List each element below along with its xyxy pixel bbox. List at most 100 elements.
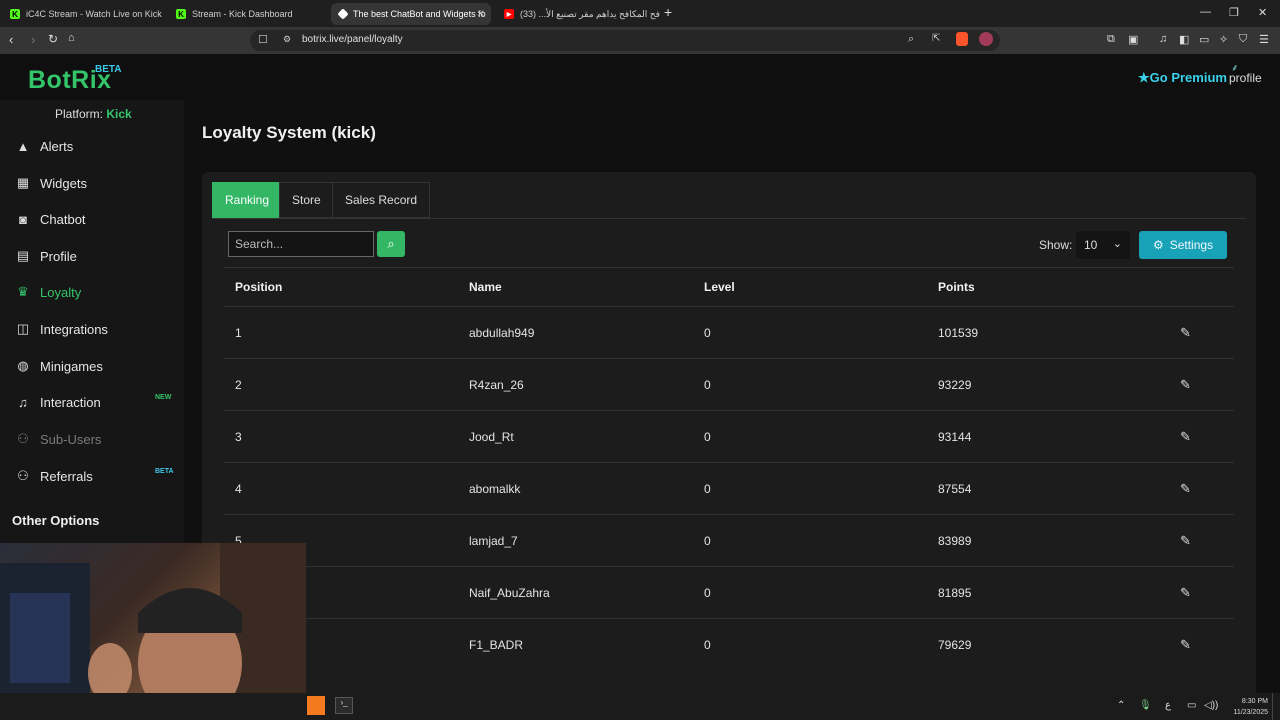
zoom-icon[interactable]: ⌕ xyxy=(908,33,914,46)
vpn-icon[interactable]: ⛉ xyxy=(1239,33,1247,46)
header-level[interactable]: Level xyxy=(704,280,735,294)
site-info-icon[interactable]: ⚙ xyxy=(283,34,291,45)
sidebar-item-sub-users[interactable]: ⚇ Sub-Users xyxy=(0,424,184,454)
edit-icon[interactable]: ✎ xyxy=(1180,585,1191,601)
tray-overflow-icon[interactable]: ⌃ xyxy=(1117,700,1125,711)
table-row: F1_BADR 0 79629 ✎ xyxy=(224,618,1234,670)
leo-ai-icon[interactable]: ✧ xyxy=(1219,33,1228,46)
search-button[interactable]: ⌕ xyxy=(377,231,405,257)
platform-value: Kick xyxy=(106,107,132,121)
sidebar-item-integrations[interactable]: ◫ Integrations xyxy=(0,314,184,344)
page-title: Loyalty System (kick) xyxy=(202,123,376,142)
back-icon[interactable]: ‹ xyxy=(9,32,13,47)
tab-store[interactable]: Store xyxy=(279,182,334,218)
browser-tab-active[interactable]: The best ChatBot and Widgets fo ✕ xyxy=(331,3,491,25)
settings-button[interactable]: ⚙ Settings xyxy=(1139,231,1227,259)
new-badge: NEW xyxy=(155,394,172,401)
go-premium-link[interactable]: ★Go Premium xyxy=(1138,70,1227,86)
table-row: Naif_AbuZahra 0 81895 ✎ xyxy=(224,566,1234,618)
cell-name: lamjad_7 xyxy=(469,533,518,548)
tab-title: Stream - Kick Dashboard xyxy=(192,9,293,19)
botrix-logo-icon xyxy=(337,8,349,20)
brave-shield-icon[interactable] xyxy=(956,32,968,46)
cell-points: 81895 xyxy=(938,585,972,600)
edit-icon[interactable]: ✎ xyxy=(1180,325,1191,341)
profile-link[interactable]: profile xyxy=(1229,71,1262,85)
share-icon[interactable]: ⇱ xyxy=(932,33,940,44)
terminal-icon[interactable]: ›_ xyxy=(335,697,353,714)
header-position[interactable]: Position xyxy=(235,280,282,294)
maximize-button[interactable]: ❐ xyxy=(1229,6,1239,19)
sidebar-item-referrals[interactable]: ⚇ Referrals BETA xyxy=(0,461,184,491)
browser-tab[interactable]: K Stream - Kick Dashboard xyxy=(168,3,328,25)
microphone-icon[interactable]: 🎙 xyxy=(1139,700,1152,711)
keyboard-language[interactable]: ع xyxy=(1165,700,1171,711)
sidebar-item-profile[interactable]: ▤ Profile xyxy=(0,241,184,271)
tab-divider xyxy=(212,218,1246,219)
close-tab-icon[interactable]: ✕ xyxy=(477,9,485,20)
platform-label: Platform: xyxy=(55,107,104,121)
sidebar-item-label: Alerts xyxy=(40,138,74,154)
sidebar-item-label: Interaction xyxy=(40,394,101,410)
sidebar-item-interaction[interactable]: ♫ Interaction NEW xyxy=(0,387,184,417)
show-desktop-button[interactable] xyxy=(1272,693,1280,720)
network-icon[interactable]: ▭ xyxy=(1187,700,1196,711)
cell-name: R4zan_26 xyxy=(469,377,524,392)
reload-icon[interactable]: ↻ xyxy=(48,32,58,46)
tab-ranking[interactable]: Ranking xyxy=(212,182,283,218)
edit-icon[interactable]: ✎ xyxy=(1180,429,1191,445)
kick-logo-icon: K xyxy=(10,9,20,19)
edit-icon[interactable]: ✎ xyxy=(1180,481,1191,497)
tab-title: The best ChatBot and Widgets fo xyxy=(353,9,486,19)
minimize-button[interactable]: — xyxy=(1200,6,1211,18)
sidebar-item-chatbot[interactable]: ◙ Chatbot xyxy=(0,204,184,234)
browser-tab-strip: K iC4C Stream - Watch Live on Kick K Str… xyxy=(0,0,1280,27)
cell-level: 0 xyxy=(704,585,711,600)
logo-beta-badge: BETA xyxy=(95,64,122,75)
sidebar-item-minigames[interactable]: ◍ Minigames xyxy=(0,351,184,381)
sidebar-item-widgets[interactable]: ▦ Widgets xyxy=(0,168,184,198)
edit-icon[interactable]: ✎ xyxy=(1180,533,1191,549)
url-text[interactable]: botrix.live/panel/loyalty xyxy=(302,34,403,45)
forward-icon[interactable]: › xyxy=(31,32,35,47)
browser-tab[interactable]: K iC4C Stream - Watch Live on Kick xyxy=(2,3,166,25)
show-label: Show: xyxy=(1039,238,1073,252)
rewards-icon[interactable] xyxy=(979,32,993,46)
address-bar[interactable]: ☐ ⚙ botrix.live/panel/loyalty ⌕ ⇱ xyxy=(250,30,1000,51)
header-name[interactable]: Name xyxy=(469,280,502,294)
new-tab-button[interactable]: + xyxy=(664,4,672,20)
gamepad-icon: ◍ xyxy=(17,358,29,373)
edit-icon[interactable]: ✎ xyxy=(1180,637,1191,653)
cell-position: 4 xyxy=(235,481,242,496)
app-launcher-icon[interactable] xyxy=(307,696,325,715)
search-input[interactable] xyxy=(228,231,374,257)
volume-icon[interactable]: ◁)) xyxy=(1204,700,1218,711)
cell-level: 0 xyxy=(704,377,711,392)
media-icon[interactable]: ♫ xyxy=(1159,33,1167,45)
sidebar-toggle-icon[interactable]: ◧ xyxy=(1179,33,1189,46)
clock-date: 11/23/2025 xyxy=(1233,709,1268,716)
menu-icon[interactable]: ☰ xyxy=(1259,33,1269,46)
sidebar-item-loyalty[interactable]: ♛ Loyalty xyxy=(0,277,184,307)
sidebar-item-alerts[interactable]: ▲ Alerts xyxy=(0,131,184,161)
go-premium-label: Go Premium xyxy=(1149,70,1227,85)
tab-sales-record[interactable]: Sales Record xyxy=(332,182,431,218)
edit-icon[interactable]: ✎ xyxy=(1180,377,1191,393)
taskbar: ›_ ⌃ 🎙 ع ▭ ◁)) 8:30 PM 11/23/2025 xyxy=(0,693,1280,720)
extensions-icon[interactable]: ⧉ xyxy=(1107,33,1115,46)
sidebar-item-label: Referrals xyxy=(40,468,93,484)
header-points[interactable]: Points xyxy=(938,280,975,294)
cell-level: 0 xyxy=(704,429,711,444)
table-row: 4 abomalkk 0 87554 ✎ xyxy=(224,462,1234,514)
browser-tab[interactable]: ▶ كافح المكافح يداهم مقر تصنيع الأ... (3… xyxy=(496,3,660,25)
bookmark-icon[interactable]: ☐ xyxy=(258,33,268,46)
page-size-select[interactable]: 10 ⌄ xyxy=(1076,231,1130,259)
users-icon: ⚇ xyxy=(17,468,29,483)
screenshot-icon[interactable]: ▣ xyxy=(1128,33,1138,46)
close-window-button[interactable]: ✕ xyxy=(1258,6,1267,19)
cell-points: 93144 xyxy=(938,429,972,444)
system-clock[interactable]: 8:30 PM 11/23/2025 xyxy=(1226,696,1268,718)
home-icon[interactable]: ⌂ xyxy=(68,32,75,44)
wallet-icon[interactable]: ▭ xyxy=(1199,33,1209,46)
beta-badge: BETA xyxy=(155,468,174,475)
